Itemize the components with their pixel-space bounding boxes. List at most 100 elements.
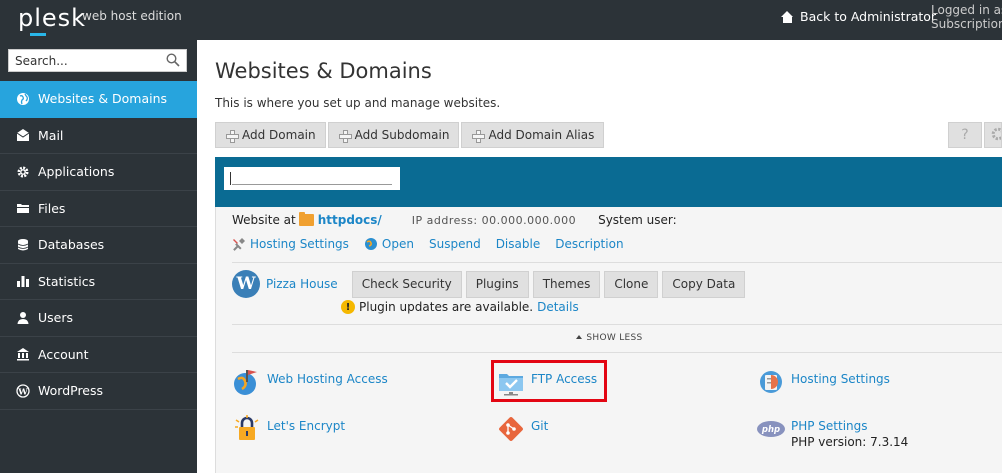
wordpress-row: W Pizza House Check Security Plugins The… bbox=[232, 270, 749, 298]
lets-encrypt-tool[interactable]: Let's Encrypt bbox=[232, 414, 345, 444]
domain-panel-header bbox=[215, 157, 1002, 207]
suspend-link[interactable]: Suspend bbox=[429, 237, 481, 251]
sidebar-item-wordpress[interactable]: W WordPress bbox=[0, 373, 197, 410]
clone-button[interactable]: Clone bbox=[604, 270, 659, 298]
git-icon bbox=[499, 417, 523, 441]
tools-icon bbox=[233, 238, 245, 251]
details-link[interactable]: Details bbox=[537, 300, 579, 314]
sidebar-item-users[interactable]: Users bbox=[0, 300, 197, 337]
home-icon bbox=[781, 10, 794, 23]
ftp-access-tool[interactable]: FTP Access bbox=[496, 367, 597, 397]
account-icon bbox=[17, 348, 29, 361]
back-to-administrator-label: Back to Administrator bbox=[800, 9, 937, 24]
web-hosting-access-label: Web Hosting Access bbox=[267, 372, 388, 386]
settings-button[interactable] bbox=[984, 122, 1002, 148]
page-title: Websites & Domains bbox=[215, 59, 432, 83]
copy-data-button[interactable]: Copy Data bbox=[662, 270, 746, 298]
plugins-button[interactable]: Plugins bbox=[465, 270, 529, 298]
plugin-update-text: Plugin updates are available. bbox=[359, 300, 534, 314]
ftp-access-label: FTP Access bbox=[531, 372, 598, 386]
divider bbox=[232, 262, 1002, 263]
sidebar-item-label: Applications bbox=[38, 164, 115, 180]
search-icon[interactable] bbox=[166, 53, 180, 67]
globe-icon bbox=[17, 92, 29, 105]
show-less-label: SHOW LESS bbox=[586, 333, 643, 343]
lets-encrypt-label: Let's Encrypt bbox=[267, 419, 346, 433]
domain-name-underline bbox=[232, 184, 392, 185]
hosting-settings-link[interactable]: Hosting Settings bbox=[232, 237, 349, 251]
website-at-label: Website at bbox=[232, 213, 296, 227]
plus-icon bbox=[338, 129, 352, 143]
warning-icon: ! bbox=[341, 300, 355, 314]
plus-icon bbox=[472, 129, 486, 143]
bar-chart-icon bbox=[17, 276, 29, 288]
website-actions: Hosting Settings Open Suspend Disable De… bbox=[232, 237, 624, 251]
sidebar-item-applications[interactable]: Applications bbox=[0, 154, 197, 191]
hosting-settings-label: Hosting Settings bbox=[250, 237, 349, 251]
folder-icon bbox=[298, 212, 314, 226]
web-hosting-access-tool[interactable]: Web Hosting Access bbox=[232, 367, 388, 397]
back-to-administrator-link[interactable]: Back to Administrator bbox=[781, 9, 936, 24]
help-button[interactable]: ? bbox=[948, 122, 982, 148]
top-bar: plesk web host edition Back to Administr… bbox=[0, 0, 1002, 40]
sidebar-item-websites-domains[interactable]: Websites & Domains bbox=[0, 81, 197, 118]
ftp-access-icon bbox=[499, 374, 523, 396]
sidebar-item-label: WordPress bbox=[38, 383, 104, 399]
toolbar: Add Domain Add Subdomain Add Domain Alia… bbox=[215, 122, 605, 148]
sidebar-nav: Websites & Domains Mail Applications Fil… bbox=[0, 81, 197, 410]
search-box bbox=[8, 49, 187, 72]
add-domain-alias-button[interactable]: Add Domain Alias bbox=[461, 122, 605, 148]
logo-accent bbox=[30, 33, 46, 36]
mail-icon bbox=[16, 129, 30, 142]
web-hosting-access-icon bbox=[234, 370, 257, 395]
sidebar-item-databases[interactable]: Databases bbox=[0, 227, 197, 264]
lock-icon bbox=[235, 415, 259, 440]
httpdocs-link[interactable]: httpdocs/ bbox=[318, 213, 382, 227]
gear-icon bbox=[991, 127, 1001, 141]
wordpress-site-link[interactable]: Pizza House bbox=[266, 277, 338, 291]
add-subdomain-label: Add Subdomain bbox=[354, 128, 450, 142]
sidebar-item-label: Files bbox=[38, 200, 66, 216]
add-domain-button[interactable]: Add Domain bbox=[215, 122, 326, 148]
check-security-button[interactable]: Check Security bbox=[351, 270, 462, 298]
open-label: Open bbox=[381, 237, 414, 251]
domain-name-field[interactable] bbox=[224, 167, 400, 190]
php-icon: php bbox=[757, 421, 785, 437]
add-subdomain-button[interactable]: Add Subdomain bbox=[327, 122, 460, 148]
sidebar-item-label: Statistics bbox=[38, 273, 96, 289]
sidebar: Websites & Domains Mail Applications Fil… bbox=[0, 40, 197, 473]
wordpress-logo-icon: W bbox=[232, 270, 260, 298]
disable-link[interactable]: Disable bbox=[496, 237, 541, 251]
files-icon bbox=[17, 204, 29, 214]
svg-text:php: php bbox=[761, 425, 780, 435]
gear-icon bbox=[17, 166, 29, 178]
subscription-label: Subscription bbox=[931, 17, 1002, 31]
php-settings-tool[interactable]: php PHP Settings PHP version: 7.3.14 bbox=[756, 414, 908, 449]
sidebar-item-statistics[interactable]: Statistics bbox=[0, 264, 197, 300]
caret-up-icon bbox=[576, 335, 583, 339]
globe-open-icon bbox=[364, 238, 377, 250]
sidebar-item-files[interactable]: Files bbox=[0, 191, 197, 227]
page-description: This is where you set up and manage webs… bbox=[215, 96, 501, 110]
open-link[interactable]: Open bbox=[364, 237, 414, 251]
show-less-toggle[interactable]: SHOW LESS bbox=[216, 333, 1002, 343]
user-icon bbox=[17, 311, 29, 324]
wordpress-icon: W bbox=[16, 384, 30, 398]
text-cursor bbox=[230, 172, 231, 185]
php-settings-label: PHP Settings bbox=[791, 419, 868, 433]
php-version-text: PHP version: 7.3.14 bbox=[791, 435, 909, 449]
sidebar-item-label: Account bbox=[38, 346, 89, 362]
add-domain-alias-label: Add Domain Alias bbox=[488, 128, 595, 142]
sidebar-item-label: Users bbox=[38, 310, 74, 326]
description-link[interactable]: Description bbox=[555, 237, 623, 251]
git-tool[interactable]: Git bbox=[496, 414, 548, 444]
themes-button[interactable]: Themes bbox=[532, 270, 601, 298]
logged-in-as-label: Logged in as bbox=[931, 3, 1002, 17]
sidebar-item-account[interactable]: Account bbox=[0, 337, 197, 373]
plesk-logo[interactable]: plesk bbox=[18, 4, 86, 32]
sidebar-item-label: Mail bbox=[38, 127, 64, 143]
sidebar-item-mail[interactable]: Mail bbox=[0, 118, 197, 154]
hosting-settings-tool[interactable]: Hosting Settings bbox=[756, 367, 890, 397]
database-icon bbox=[17, 238, 29, 251]
search-input[interactable] bbox=[9, 50, 159, 71]
